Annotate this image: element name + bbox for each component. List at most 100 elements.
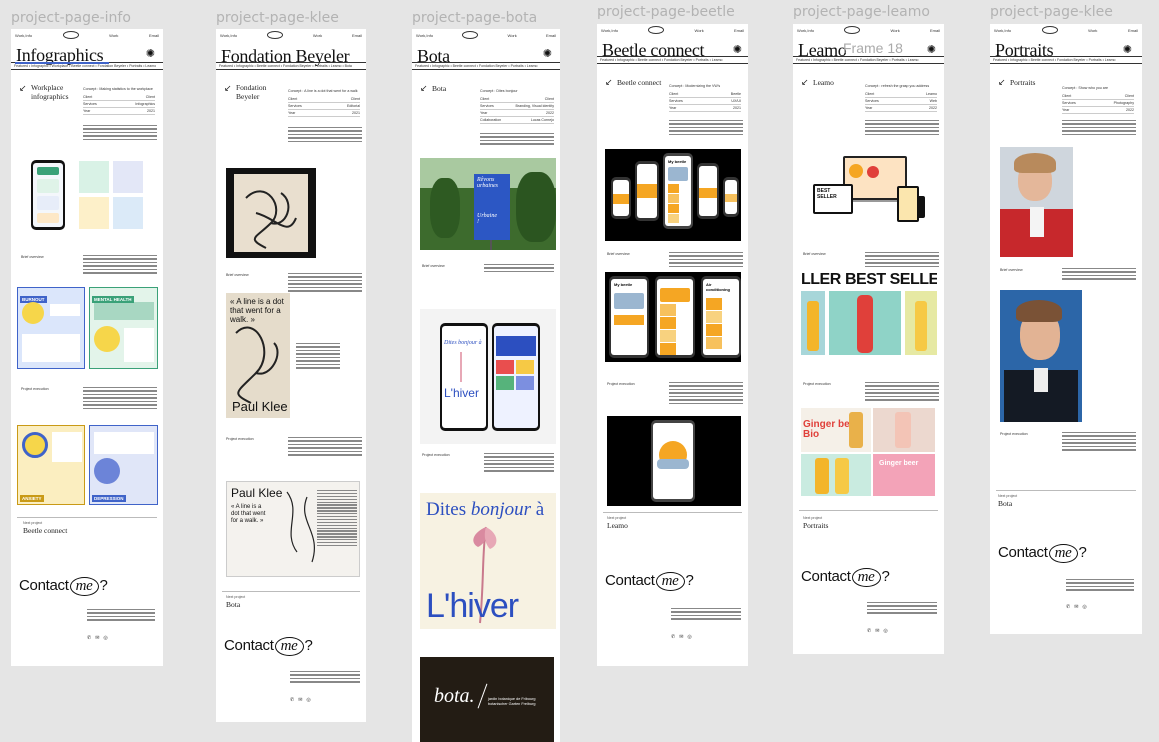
nav-item[interactable]: Work,Info <box>797 28 814 34</box>
logo-icon[interactable] <box>648 26 665 34</box>
project-marquee[interactable]: Featured • Infographic • Beetle connect … <box>216 62 366 70</box>
meta-value: Editorial <box>347 104 360 108</box>
phone-icon[interactable]: ✆ <box>87 635 91 641</box>
bota-poster-photo: Rêvons urbaines Urbaine ! <box>420 158 556 250</box>
nav-item[interactable]: Work,Info <box>601 28 618 34</box>
section-label: Brief overview <box>226 273 249 277</box>
next-project-label: Next project <box>998 494 1018 498</box>
frame-label-leamo[interactable]: project-page-leamo <box>793 4 930 20</box>
frame-project-leamo: Work,Info Work Email Leamo Frame 18 ✺ Fe… <box>793 24 944 654</box>
contact-me-circle[interactable]: me <box>69 577 99 596</box>
next-project-link[interactable]: Leamo <box>607 521 628 530</box>
nav-item[interactable]: Email <box>734 28 744 34</box>
nav-item[interactable]: Work,Info <box>416 33 433 39</box>
contact-word: Contact <box>605 572 655 589</box>
meta-value: Lucas Cornejo <box>530 118 554 122</box>
nav-item[interactable]: Email <box>352 33 362 39</box>
nav-item[interactable]: Work <box>1088 28 1097 34</box>
project-marquee[interactable]: Featured • Infographic • Beetle connect … <box>793 56 944 64</box>
body-text <box>288 127 362 143</box>
logo-icon[interactable] <box>1041 26 1058 34</box>
instagram-icon[interactable]: ◎ <box>103 635 107 641</box>
frame-label-portraits[interactable]: project-page-klee <box>990 4 1113 20</box>
logo-icon[interactable] <box>844 26 861 34</box>
project-meta: Concept : Making statistics to the workp… <box>83 87 155 115</box>
mail-icon[interactable]: ✉ <box>875 628 879 634</box>
logo-icon[interactable] <box>62 31 79 39</box>
nav-item[interactable]: Work,Info <box>994 28 1011 34</box>
project-marquee[interactable]: Featured • Infographic • Beetle connect … <box>597 56 748 64</box>
instagram-icon[interactable]: ◎ <box>883 628 887 634</box>
project-subtitle: Bota <box>432 84 447 93</box>
contact-me-circle[interactable]: me <box>851 568 881 587</box>
nav-item[interactable]: Work <box>694 28 703 34</box>
poster-text: ! <box>477 219 479 225</box>
phone-icon[interactable]: ✆ <box>867 628 871 634</box>
meta-value: Client <box>1124 94 1134 98</box>
mail-icon[interactable]: ✉ <box>679 634 683 640</box>
nav-item[interactable]: Work <box>507 33 516 39</box>
contact-me-circle[interactable]: me <box>655 572 685 591</box>
project-meta: Concept : Show who you are Client Client … <box>1062 86 1134 114</box>
contact-heading: Contact me? <box>998 544 1087 563</box>
body-text <box>83 387 157 410</box>
mail-icon[interactable]: ✉ <box>95 635 99 641</box>
frame-ghost-title: Frame 18 <box>843 40 903 56</box>
nav-item[interactable]: Work <box>313 33 322 39</box>
project-marquee[interactable]: Featured • Infographic • Beetle connect … <box>412 62 560 70</box>
body-text <box>669 382 743 405</box>
arrow-down-left-icon: ↙ <box>801 77 809 87</box>
nav-item[interactable]: Work <box>890 28 899 34</box>
arrow-down-left-icon: ↙ <box>224 83 232 93</box>
frame-label-info[interactable]: project-page-info <box>11 10 131 26</box>
mail-icon[interactable]: ✉ <box>298 697 302 703</box>
subtitle-line: Fondation <box>236 83 267 92</box>
logo-icon[interactable] <box>266 31 283 39</box>
concept-text: Concept : refresh the grasp you address <box>865 84 930 88</box>
contact-question: ? <box>881 568 890 585</box>
next-project-link[interactable]: Portraits <box>803 521 828 530</box>
nav-item[interactable]: Work,Info <box>15 33 32 39</box>
contact-me-circle[interactable]: me <box>1048 544 1078 563</box>
next-project-label: Next project <box>607 516 627 520</box>
meta-value: Infographics <box>135 102 155 106</box>
contact-icons: ✆ ✉ ◎ <box>1066 604 1087 610</box>
frame-label-bota[interactable]: project-page-bota <box>412 10 537 26</box>
phone-icon[interactable]: ✆ <box>290 697 294 703</box>
phone-icon[interactable]: ✆ <box>1066 604 1070 610</box>
next-project-link[interactable]: Beetle connect <box>23 526 67 535</box>
frame-label-klee[interactable]: project-page-klee <box>216 10 339 26</box>
instagram-icon[interactable]: ◎ <box>1082 604 1086 610</box>
contact-text <box>867 602 937 614</box>
klee-line-art <box>245 190 297 249</box>
mail-icon[interactable]: ✉ <box>1074 604 1078 610</box>
body-text <box>865 120 939 136</box>
next-project-link[interactable]: Bota <box>998 499 1012 508</box>
beetle-app-detail-screens: My beetle Air conditioning <box>605 272 741 362</box>
nav-item[interactable]: Work <box>109 33 118 39</box>
nav-item[interactable]: Email <box>546 33 556 39</box>
nav-item[interactable]: Email <box>1128 28 1138 34</box>
body-text <box>669 252 743 268</box>
section-label: Project execution <box>422 453 450 457</box>
next-project-link[interactable]: Bota <box>226 600 240 609</box>
instagram-icon[interactable]: ◎ <box>687 634 691 640</box>
top-nav: Work,Info Work Email <box>15 31 159 39</box>
frame-project-portraits: Work,Info Work Email Portraits ✺ Feature… <box>990 24 1142 634</box>
frame-project-info: Work,Info Work Email Infographics ✺ Feat… <box>11 29 163 666</box>
section-label: Brief overview <box>607 252 630 256</box>
divider <box>222 591 360 592</box>
nav-item[interactable]: Email <box>149 33 159 39</box>
nav-item[interactable]: Work,Info <box>220 33 237 39</box>
logo-icon[interactable] <box>462 31 479 39</box>
contact-heading: Contact me? <box>224 637 313 656</box>
frame-label-beetle[interactable]: project-page-beetle <box>597 4 735 20</box>
phone-icon[interactable]: ✆ <box>671 634 675 640</box>
sparkle-icon: ✺ <box>732 44 742 56</box>
nav-item[interactable]: Email <box>930 28 940 34</box>
divider <box>17 517 157 518</box>
instagram-icon[interactable]: ◎ <box>306 697 310 703</box>
project-marquee[interactable]: Featured • Infographic • Beetle connect … <box>990 56 1142 64</box>
body-text <box>480 133 554 145</box>
contact-me-circle[interactable]: me <box>274 637 304 656</box>
